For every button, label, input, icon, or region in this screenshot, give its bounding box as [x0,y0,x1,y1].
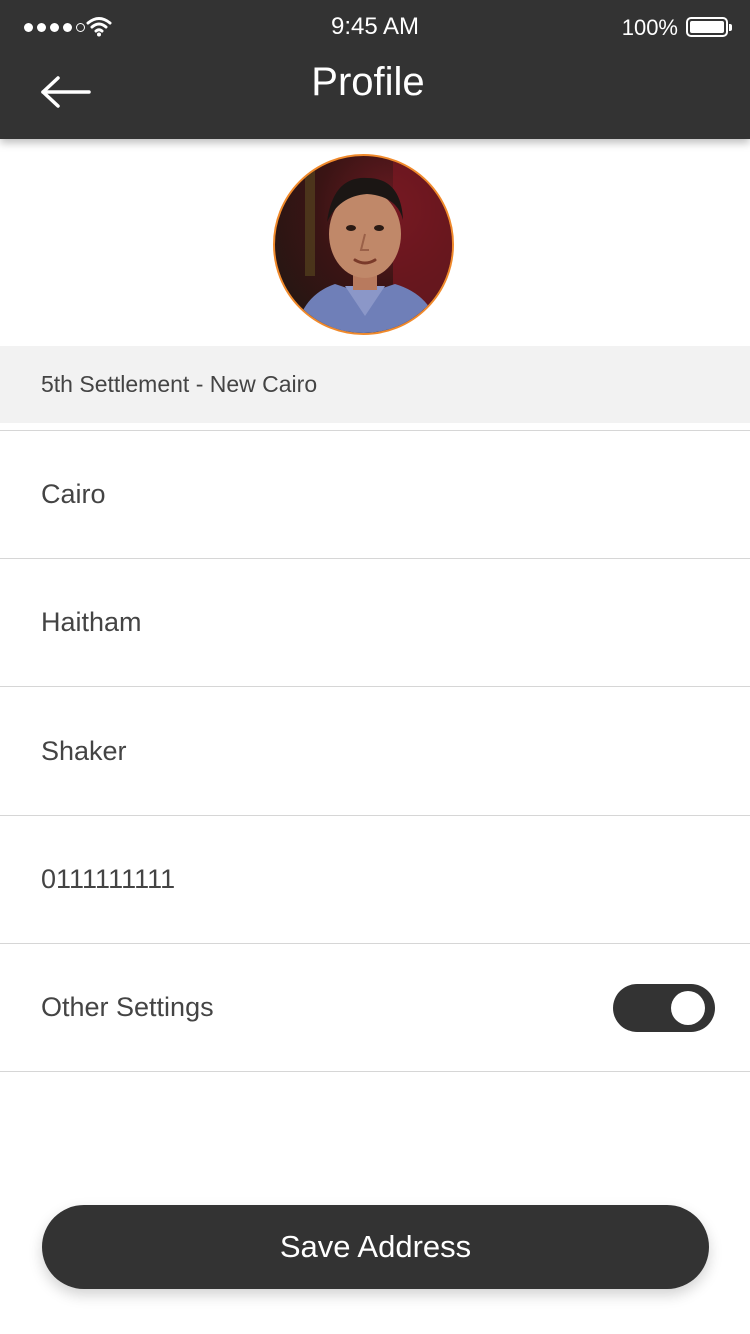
page-title: Profile [311,60,425,104]
user-avatar-photo [295,156,452,333]
app-header: 9:45 AM 100% Profile [0,0,750,139]
profile-avatar[interactable] [273,154,454,335]
first-name-field[interactable]: Haitham [0,559,750,686]
phone-field[interactable]: 0111111111 [0,816,750,943]
toggle-knob [671,991,705,1025]
city-field[interactable]: Cairo [0,431,750,558]
last-name-field[interactable]: Shaker [0,687,750,815]
save-address-button[interactable]: Save Address [42,1205,709,1289]
battery-icon [686,17,732,37]
status-bar: 9:45 AM 100% [0,0,750,54]
other-settings-toggle[interactable] [613,984,715,1032]
divider [0,1071,750,1072]
address-summary: 5th Settlement - New Cairo [0,346,750,423]
other-settings-label: Other Settings [41,992,214,1022]
battery-percentage: 100% [621,15,678,40]
